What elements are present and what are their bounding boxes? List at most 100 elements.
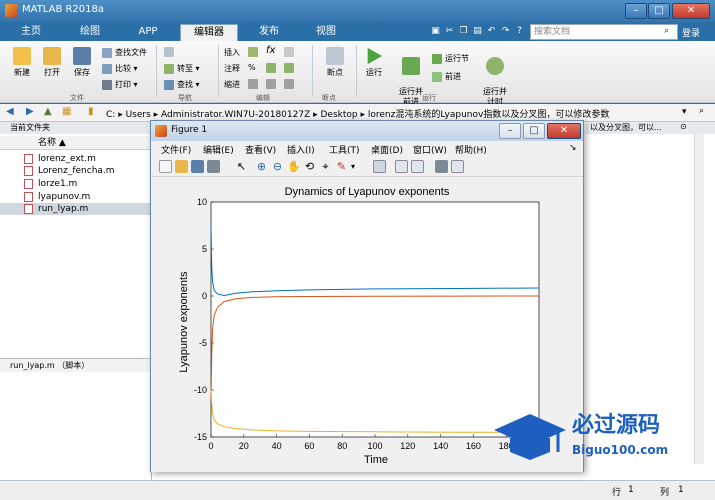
pan-hand-icon[interactable]: ✋	[287, 160, 301, 173]
paste-icon[interactable]: ▤	[472, 26, 483, 37]
insert-button[interactable]: 插入	[224, 47, 240, 58]
wrap-comments-icon[interactable]	[266, 63, 279, 73]
tab-editor[interactable]: 编辑器	[180, 24, 238, 41]
panel-menu-icon[interactable]: ⊙	[680, 122, 687, 131]
insert-function-icon[interactable]	[284, 47, 297, 57]
breadcrumb[interactable]: C: ▸ Users ▸ Administrator.WIN7U-2018012…	[106, 107, 609, 120]
minimize-button[interactable]: –	[625, 3, 647, 19]
insert-legend-icon[interactable]	[411, 160, 424, 173]
dock-icon[interactable]: ↘	[569, 143, 577, 153]
link-plot-icon[interactable]	[373, 160, 386, 173]
indent-icon[interactable]	[266, 79, 279, 89]
open-button[interactable]: 打开	[38, 47, 66, 78]
tab-view[interactable]: 视图	[300, 24, 352, 41]
file-item-selected[interactable]: run_lyap.m	[0, 203, 152, 215]
compare-button[interactable]: 比较 ▾	[102, 63, 138, 74]
address-dropdown-icon[interactable]: ▾	[682, 107, 687, 117]
breadcrumb-item[interactable]: Users	[126, 110, 151, 120]
name-column-header[interactable]: 名称 ▲	[0, 136, 152, 150]
tab-apps[interactable]: APP	[122, 24, 174, 41]
back-icon[interactable]: ◀	[6, 106, 14, 117]
goto-button[interactable]: 转至 ▾	[164, 63, 200, 74]
figure-title-bar[interactable]: Figure 1 – □ ✕	[151, 121, 583, 141]
x-tick-label: 60	[304, 441, 314, 451]
undo-icon[interactable]: ↶	[486, 26, 497, 37]
file-item[interactable]: lorze1.m	[0, 178, 152, 190]
sign-in-link[interactable]: 登录	[682, 26, 700, 39]
indent-button[interactable]: 缩进	[224, 79, 240, 90]
breadcrumb-item[interactable]: Administrator.WIN7U-20180127Z	[161, 110, 310, 120]
tab-publish[interactable]: 发布	[243, 24, 295, 41]
hide-plot-tools-icon[interactable]	[435, 160, 448, 173]
save-figure-icon[interactable]	[191, 160, 204, 173]
data-cursor-icon[interactable]: ⌖	[319, 160, 332, 173]
menu-insert[interactable]: 插入(I)	[287, 143, 315, 156]
up-folder-icon[interactable]: ▲	[44, 106, 52, 117]
file-item[interactable]: Lorenz_fencha.m	[0, 165, 152, 177]
run-section-button[interactable]: 运行节	[432, 53, 469, 64]
file-item[interactable]: lorenz_ext.m	[0, 153, 152, 165]
brush-icon[interactable]: ✎	[335, 160, 348, 173]
figure-close-button[interactable]: ✕	[547, 123, 581, 139]
outdent-icon[interactable]	[284, 79, 297, 89]
rotate-3d-icon[interactable]: ⟲	[303, 160, 316, 173]
pointer-icon[interactable]: ↖	[235, 160, 248, 173]
file-item[interactable]: lyapunov.m	[0, 191, 152, 203]
cut-icon[interactable]: ✂	[444, 26, 455, 37]
brush-dropdown-icon[interactable]: ▾	[351, 160, 364, 173]
breadcrumb-item[interactable]: lorenz混沌系统的Lyapunov指数以及分叉图，可以修改参数	[368, 110, 609, 120]
advance-button[interactable]: 前进	[432, 71, 461, 82]
redo-icon[interactable]: ↷	[500, 26, 511, 37]
close-button[interactable]: ✕	[672, 3, 710, 19]
x-tick-label: 100	[367, 441, 382, 451]
scrollbar[interactable]	[694, 134, 704, 374]
menu-help[interactable]: 帮助(H)	[455, 143, 487, 156]
maximize-button[interactable]: □	[648, 3, 670, 19]
comment-pct-button[interactable]: %	[248, 63, 256, 72]
zoom-in-icon[interactable]: ⊕	[255, 160, 268, 173]
print-button[interactable]: 打印 ▾	[102, 79, 138, 90]
breadcrumb-item[interactable]: C:	[106, 110, 115, 120]
smart-indent-icon[interactable]	[248, 79, 261, 89]
breadcrumb-item[interactable]: Desktop	[321, 110, 358, 120]
search-icon[interactable]: ⌕	[664, 26, 669, 36]
nav-back-forward[interactable]	[164, 47, 177, 57]
find-files-button[interactable]: 查找文件	[102, 47, 147, 58]
insert-colorbar-icon[interactable]	[395, 160, 408, 173]
tab-home[interactable]: 主页	[8, 24, 54, 41]
search-input[interactable]: 搜索文档	[530, 24, 678, 40]
print-figure-icon[interactable]	[207, 160, 220, 173]
insert-section-icon[interactable]	[248, 47, 261, 57]
zoom-out-icon[interactable]: ⊖	[271, 160, 284, 173]
save-button[interactable]: 保存	[68, 47, 96, 78]
search-folder-icon[interactable]: ⌕	[699, 106, 704, 116]
new-button[interactable]: 新建	[8, 47, 36, 78]
menu-desktop[interactable]: 桌面(D)	[371, 143, 403, 156]
menu-file[interactable]: 文件(F)	[161, 143, 191, 156]
menu-edit[interactable]: 编辑(E)	[203, 143, 234, 156]
new-figure-icon[interactable]	[159, 160, 172, 173]
x-tick-label: 160	[466, 441, 481, 451]
group-divider	[218, 45, 219, 97]
menu-tools[interactable]: 工具(T)	[329, 143, 360, 156]
figure-maximize-button[interactable]: □	[523, 123, 545, 139]
forward-icon[interactable]: ▶	[26, 106, 34, 117]
save-icon[interactable]: ▣	[430, 26, 441, 37]
find-button[interactable]: 查找 ▾	[164, 79, 200, 90]
breakpoints-button[interactable]: 断点	[320, 47, 350, 78]
run-button[interactable]: 运行	[360, 47, 388, 78]
x-tick-label: 80	[337, 441, 347, 451]
figure-minimize-button[interactable]: –	[499, 123, 521, 139]
browse-folder-icon[interactable]: ▦	[62, 106, 71, 117]
run-and-time-button[interactable]: 运行并 计时	[478, 47, 512, 107]
copy-icon[interactable]: ❐	[458, 26, 469, 37]
tab-plots[interactable]: 绘图	[64, 24, 116, 41]
menu-view[interactable]: 查看(V)	[245, 143, 276, 156]
show-plot-tools-icon[interactable]	[451, 160, 464, 173]
menu-window[interactable]: 窗口(W)	[413, 143, 447, 156]
help-icon[interactable]: ?	[514, 26, 525, 37]
uncomment-icon[interactable]	[284, 63, 297, 73]
fx-button[interactable]: fx	[266, 45, 275, 56]
comment-button[interactable]: 注释	[224, 63, 240, 74]
open-file-icon[interactable]	[175, 160, 188, 173]
